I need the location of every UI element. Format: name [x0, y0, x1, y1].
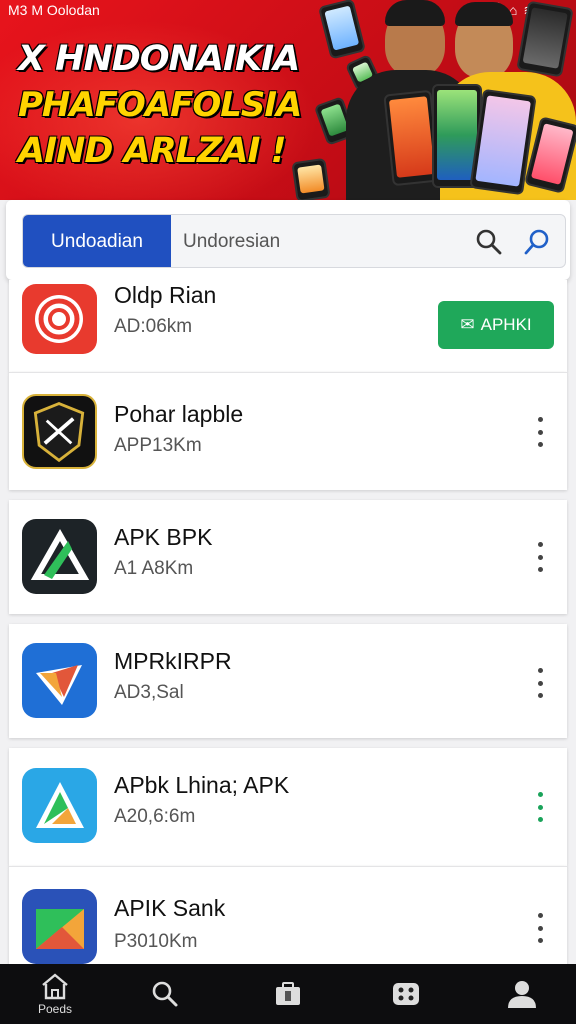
play-app-icon: [22, 889, 97, 964]
app-size: APP13Km: [114, 435, 202, 456]
app-name: APbk Lhina; APK: [114, 772, 290, 798]
more-options-icon[interactable]: [533, 417, 547, 447]
status-carrier-text: M3 M Oolodan: [8, 2, 100, 18]
search-submit-icon[interactable]: [523, 228, 551, 256]
app-name: Pohar lapble: [114, 401, 244, 427]
swirl-app-icon: [22, 284, 97, 354]
more-options-icon[interactable]: [533, 668, 547, 698]
app-list[interactable]: Oldp Rian AD:06km ✉ APHKI Pohar lapble A…: [0, 280, 576, 964]
phone-image: [516, 0, 574, 78]
app-list-item[interactable]: Oldp Rian AD:06km ✉ APHKI: [9, 280, 567, 372]
app-size: P3010Km: [114, 931, 198, 952]
person-right-hair: [455, 2, 513, 26]
search-card: Undoadian: [6, 200, 570, 280]
letter-a-app-icon: [22, 768, 97, 843]
app-name: MPRkIRPR: [114, 648, 232, 674]
profile-icon: [508, 981, 536, 1008]
app-size: A20,6:6m: [114, 806, 196, 827]
shield-app-icon: [22, 394, 97, 469]
download-icon: ✉: [460, 315, 475, 334]
app-size: AD3,Sal: [114, 682, 184, 703]
nav-games[interactable]: [366, 964, 446, 1024]
person-left-hair: [385, 0, 445, 26]
nav-store[interactable]: [248, 964, 328, 1024]
app-list-item[interactable]: Pohar lapble APP13Km: [9, 372, 567, 490]
app-list-item[interactable]: MPRkIRPR AD3,Sal: [9, 624, 567, 738]
search-category-button[interactable]: Undoadian: [23, 215, 171, 267]
more-options-icon[interactable]: [533, 913, 547, 943]
more-options-icon[interactable]: [533, 542, 547, 572]
triangle-app-icon: [22, 519, 97, 594]
search-icon: [152, 981, 178, 1007]
gamepad-icon: [393, 983, 419, 1005]
app-name: APK BPK: [114, 524, 213, 550]
app-size: AD:06km: [114, 316, 193, 337]
nav-home[interactable]: Poeds: [15, 964, 95, 1024]
bottom-nav: Poeds: [0, 964, 576, 1024]
promo-illustration: [290, 0, 576, 200]
app-list-item[interactable]: APK BPK A1 A8Km: [9, 500, 567, 614]
nav-profile[interactable]: [482, 964, 562, 1024]
app-name: Oldp Rian: [114, 282, 217, 308]
app-name: APIK Sank: [114, 895, 226, 921]
home-icon: [42, 973, 68, 1000]
apk-button-label: APHKI: [480, 315, 532, 334]
prism-app-icon: [22, 643, 97, 718]
search-icon[interactable]: [475, 228, 503, 256]
nav-search[interactable]: [125, 964, 205, 1024]
search-box: Undoadian: [22, 214, 566, 268]
nav-home-label: Poeds: [37, 1002, 73, 1016]
phone-image: [291, 157, 331, 200]
app-list-item[interactable]: APbk Lhina; APK A20,6:6m: [9, 748, 567, 866]
more-options-icon[interactable]: [533, 792, 547, 822]
promo-banner[interactable]: M3 M Oolodan ⏰ ⌂ ≋ ▮ ▭ X HNDONAIKIA PHAF…: [0, 0, 576, 200]
app-size: A1 A8Km: [114, 558, 194, 579]
search-input[interactable]: [183, 215, 463, 267]
download-apk-button[interactable]: ✉ APHKI: [438, 301, 554, 349]
phone-image: [318, 0, 366, 60]
briefcase-icon: [276, 982, 300, 1005]
app-list-item[interactable]: APIK Sank P3010Km: [9, 866, 567, 964]
